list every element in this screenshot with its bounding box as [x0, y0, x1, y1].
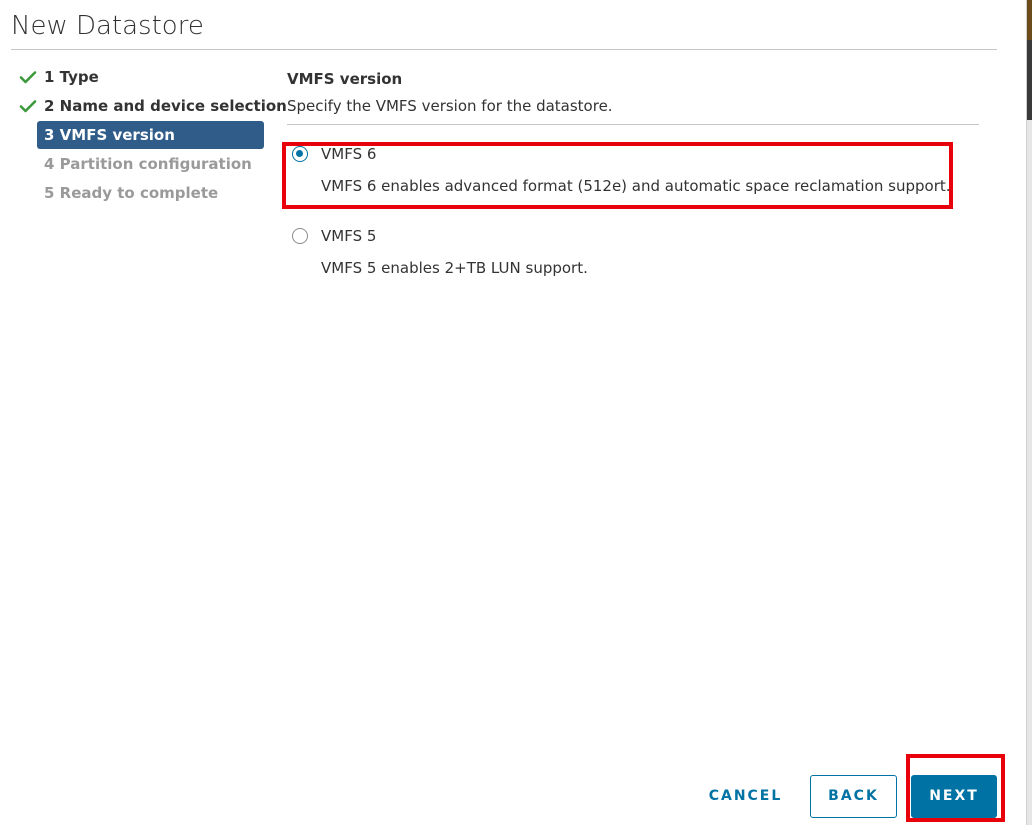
option-vmfs5-row[interactable]: VMFS 5	[287, 225, 977, 247]
wizard-content: VMFS version Specify the VMFS version fo…	[287, 68, 979, 277]
wizard-step-label: 5 Ready to complete	[44, 184, 219, 202]
section-subtitle: Specify the VMFS version for the datasto…	[287, 97, 613, 115]
wizard-step-type[interactable]: 1 Type	[16, 63, 266, 91]
option-vmfs6-row[interactable]: VMFS 6	[287, 143, 977, 165]
vmfs5-label[interactable]: VMFS 5	[321, 225, 376, 247]
option-vmfs5: VMFS 5 VMFS 5 enables 2+TB LUN support.	[287, 225, 977, 277]
vmfs5-description: VMFS 5 enables 2+TB LUN support.	[321, 259, 588, 277]
section-title: VMFS version	[287, 70, 403, 88]
section-divider	[287, 124, 979, 125]
wizard-step-partition: 4 Partition configuration	[16, 150, 266, 178]
wizard-step-vmfs-version[interactable]: 3 VMFS version	[37, 121, 264, 149]
dialog-title: New Datastore	[11, 11, 204, 41]
back-button[interactable]: BACK	[810, 775, 897, 818]
background-window-edge	[1026, 0, 1032, 825]
check-icon	[19, 71, 37, 84]
vmfs6-radio[interactable]	[292, 146, 308, 162]
wizard-step-name-device[interactable]: 2 Name and device selection	[16, 92, 287, 120]
vmfs5-radio[interactable]	[292, 228, 308, 244]
wizard-step-label: 4 Partition configuration	[44, 155, 252, 173]
next-button[interactable]: NEXT	[911, 775, 997, 818]
title-divider	[11, 49, 997, 50]
wizard-step-ready: 5 Ready to complete	[16, 179, 266, 207]
background-window-header	[1027, 0, 1032, 120]
background-window-accent	[1027, 0, 1032, 40]
cancel-button[interactable]: CANCEL	[697, 776, 794, 819]
vmfs6-description: VMFS 6 enables advanced format (512e) an…	[321, 177, 951, 195]
wizard-steps-nav: 1 Type 2 Name and device selection 3 VMF…	[16, 63, 287, 208]
check-icon	[19, 100, 37, 113]
vmfs6-label[interactable]: VMFS 6	[321, 143, 376, 165]
option-vmfs6: VMFS 6 VMFS 6 enables advanced format (5…	[287, 143, 977, 195]
wizard-step-label: 2 Name and device selection	[44, 97, 287, 115]
wizard-step-label: 1 Type	[44, 68, 99, 86]
wizard-step-label: 3 VMFS version	[44, 126, 175, 144]
